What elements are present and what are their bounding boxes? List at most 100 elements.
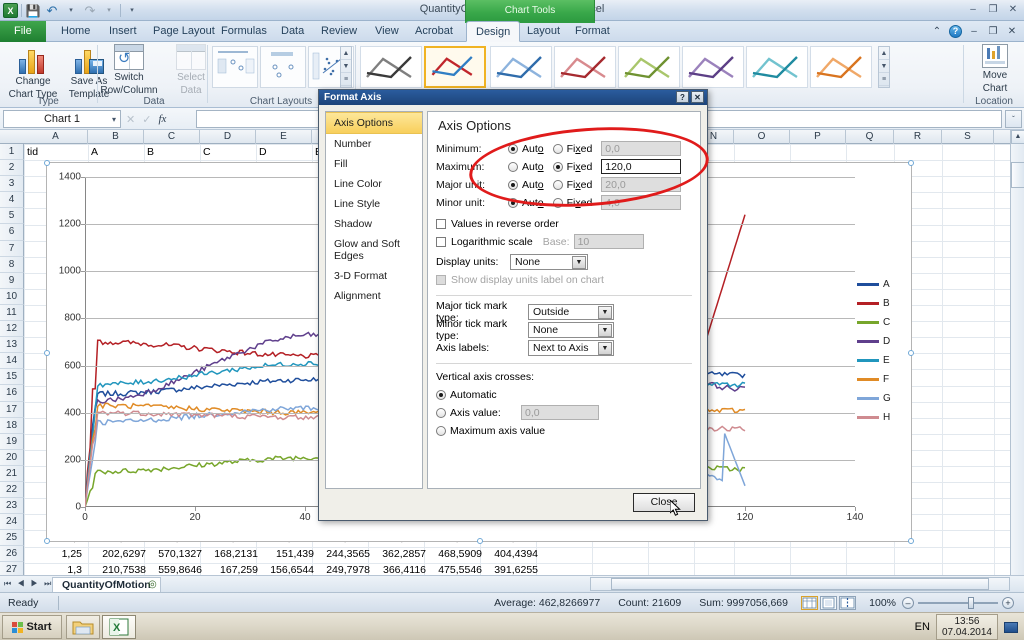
dialog-nav-list[interactable]: Axis Options Number Fill Line Color Line Sty… (325, 111, 423, 489)
column-header-B[interactable]: B (88, 130, 144, 144)
row-header-13[interactable]: 13 (0, 337, 24, 354)
name-box[interactable]: Chart 1 ▾ (3, 110, 121, 128)
restore-button[interactable]: ❐ (986, 2, 1000, 16)
cell-row27-col3[interactable]: 559,8646 (144, 564, 202, 575)
show-desktop-icon[interactable] (1004, 621, 1018, 633)
minimum-fixed-radio[interactable] (552, 143, 563, 154)
crosses-maximum-row[interactable]: Maximum axis value (436, 422, 692, 439)
minimum-auto-radio[interactable] (508, 143, 518, 154)
taskbar-item-explorer[interactable] (66, 615, 100, 639)
column-header-Q[interactable]: Q (846, 130, 894, 144)
row-header-10[interactable]: 10 (0, 288, 24, 305)
values-reverse-order-row[interactable]: Values in reverse order (436, 215, 692, 232)
display-units-row[interactable]: Display units: None ▼ (436, 253, 692, 270)
column-header-P[interactable]: P (790, 130, 846, 144)
display-units-select[interactable]: None ▼ (510, 253, 588, 270)
tab-formulas[interactable]: Formulas (212, 21, 276, 42)
cell-row27-col8[interactable]: 475,5546 (424, 564, 482, 575)
chevron-down-icon[interactable]: ▾ (112, 111, 116, 128)
minor-tick-row[interactable]: Minor tick mark type: None ▼ (436, 318, 692, 342)
row-header-12[interactable]: 12 (0, 321, 24, 338)
row-header-15[interactable]: 15 (0, 369, 24, 386)
page-break-view-button[interactable] (839, 596, 856, 610)
axis-labels-select[interactable]: Next to Axis ▼ (528, 339, 614, 356)
row-header-14[interactable]: 14 (0, 353, 24, 370)
cell-row26-col7[interactable]: 362,2857 (368, 548, 426, 560)
column-header-S[interactable]: S (942, 130, 994, 144)
cell-row26-col6[interactable]: 244,3565 (312, 548, 370, 560)
tab-review[interactable]: Review (312, 21, 366, 42)
cell-row1-col2[interactable]: A (91, 146, 98, 158)
window-controls[interactable]: – ❐ ✕ (966, 2, 1020, 16)
dialog-close-icon[interactable]: ✕ (691, 91, 704, 103)
row-header-2[interactable]: 2 (0, 160, 24, 177)
minimize-button[interactable]: – (966, 2, 980, 16)
chevron-down-icon[interactable]: ▼ (598, 323, 612, 337)
clock[interactable]: 13:56 07.04.2014 (935, 614, 998, 640)
system-tray[interactable]: EN 13:56 07.04.2014 (911, 614, 1022, 640)
chevron-down-icon[interactable]: ▼ (598, 341, 612, 355)
dialog-nav-shadow[interactable]: Shadow (326, 214, 422, 234)
dialog-nav-axis-options[interactable]: Axis Options (326, 112, 422, 134)
scale-row-maximum[interactable]: Maximum: Auto Fixed 120,0 (436, 158, 692, 175)
zoom-thumb[interactable] (968, 597, 974, 609)
doc-minimize-button[interactable]: – (967, 24, 981, 38)
tab-file[interactable]: File (0, 21, 46, 42)
tab-view[interactable]: View (366, 21, 408, 42)
column-header-D[interactable]: D (200, 130, 256, 144)
minor-tick-select[interactable]: None ▼ (528, 321, 614, 338)
legend-entry-B[interactable]: B (857, 294, 905, 313)
legend-entry-E[interactable]: E (857, 351, 905, 370)
cell-row27-col7[interactable]: 366,4116 (368, 564, 426, 575)
chart-style-6[interactable] (682, 46, 744, 88)
cell-row1-col5[interactable]: D (259, 146, 267, 158)
values-reverse-order-checkbox[interactable] (436, 218, 446, 229)
row-header-17[interactable]: 17 (0, 401, 24, 418)
column-header-R[interactable]: R (894, 130, 942, 144)
dialog-help-button[interactable]: ? (676, 91, 689, 103)
dialog-nav-line-color[interactable]: Line Color (326, 174, 422, 194)
taskbar-item-excel[interactable]: X (102, 615, 136, 639)
cell-row27-col4[interactable]: 167,259 (200, 564, 258, 575)
sheet-nav-buttons[interactable]: ⏮ ◀ ▶ ⏭ (4, 579, 53, 589)
switch-row-column-button[interactable]: ↺ Switch Row/Column (98, 44, 160, 96)
crosses-maximum-radio[interactable] (436, 425, 446, 436)
scale-row-minor-unit[interactable]: Minor unit: Auto Fixed 4,0 (436, 194, 692, 211)
chart-handle-ne[interactable] (908, 160, 914, 166)
row-header-7[interactable]: 7 (0, 240, 24, 257)
dialog-nav-number[interactable]: Number (326, 134, 422, 154)
major-unit-auto-radio[interactable] (508, 179, 518, 190)
crosses-automatic-radio[interactable] (436, 389, 446, 400)
row-header-6[interactable]: 6 (0, 224, 24, 241)
scroll-up-button[interactable]: ▲ (1011, 130, 1024, 144)
column-header-E[interactable]: E (256, 130, 312, 144)
legend-entry-G[interactable]: G (857, 389, 905, 408)
cancel-formula-icon[interactable]: ✕ (126, 113, 135, 126)
chevron-down-icon[interactable]: ▼ (598, 305, 612, 319)
chart-style-4[interactable] (554, 46, 616, 88)
row-headers[interactable]: 1 2 3 4 5 6 7 8 9 10 11 12 13 14 15 16 17 18 19 20 21 22 23 24 2… (0, 144, 24, 575)
chart-styles-scroll-more[interactable]: ≡ (879, 73, 889, 86)
minor-unit-auto-radio[interactable] (508, 197, 518, 208)
row-header-21[interactable]: 21 (0, 465, 24, 482)
page-layout-view-button[interactable] (820, 596, 837, 610)
row-header-1[interactable]: 1 (0, 144, 24, 161)
maximum-fixed-radio[interactable] (552, 161, 563, 172)
dialog-nav-alignment[interactable]: Alignment (326, 286, 422, 306)
row-header-20[interactable]: 20 (0, 449, 24, 466)
row-header-26[interactable]: 26 (0, 546, 24, 563)
dialog-nav-3-d-format[interactable]: 3-D Format (326, 266, 422, 286)
row-header-5[interactable]: 5 (0, 208, 24, 225)
start-button[interactable]: Start (2, 615, 62, 639)
cell-row1-col3[interactable]: B (147, 146, 154, 158)
cell-row27-col2[interactable]: 210,7538 (88, 564, 146, 575)
major-tick-select[interactable]: Outside ▼ (528, 303, 614, 320)
row-header-23[interactable]: 23 (0, 498, 24, 515)
insert-function-icon[interactable]: fx (158, 113, 166, 125)
tab-format[interactable]: Format (566, 21, 619, 42)
doc-close-button[interactable]: ✕ (1005, 24, 1019, 38)
row-header-3[interactable]: 3 (0, 176, 24, 193)
close-button[interactable]: ✕ (1006, 2, 1020, 16)
ribbon-minimize-icon[interactable]: ⌃ (930, 24, 944, 38)
chart-styles-scroll-up[interactable]: ▲ (879, 47, 889, 60)
